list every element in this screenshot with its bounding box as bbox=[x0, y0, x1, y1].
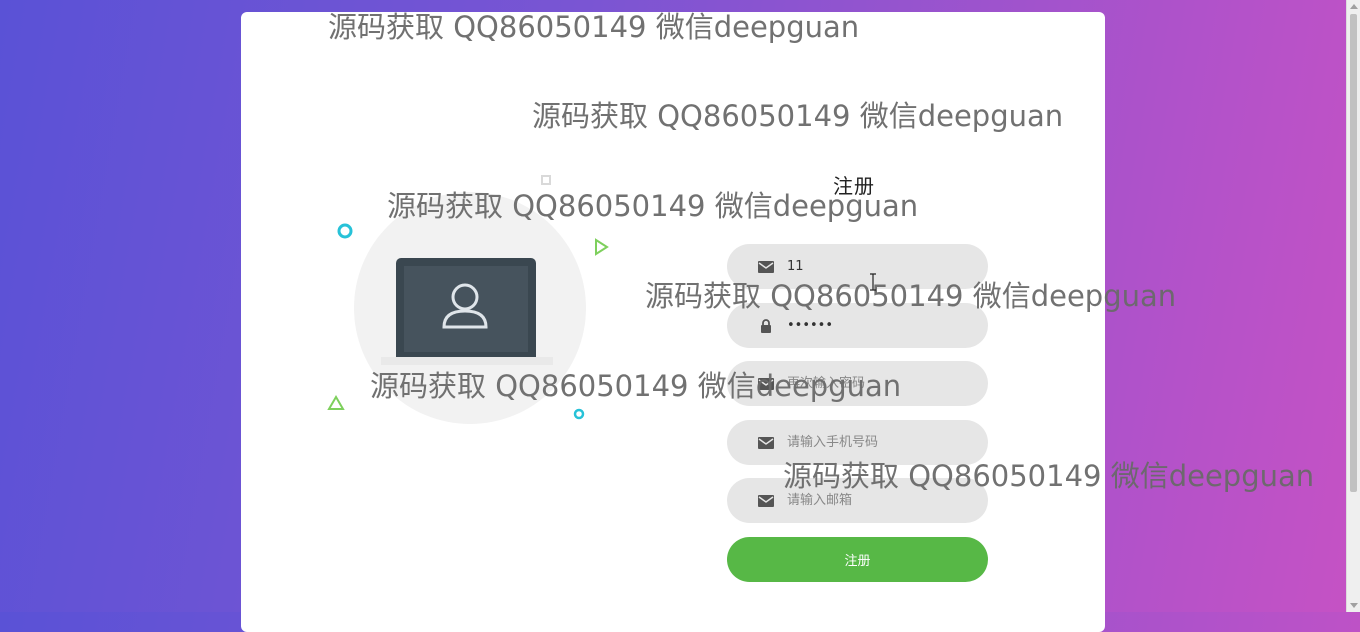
watermark-text: 源码获取 QQ86050149 微信deepguan bbox=[370, 369, 902, 403]
register-button[interactable]: 注册 bbox=[727, 537, 988, 582]
deco-ring-small bbox=[573, 408, 585, 420]
text-cursor-icon bbox=[870, 273, 876, 291]
lock-icon bbox=[761, 319, 771, 333]
envelope-icon bbox=[758, 437, 774, 449]
vertical-scrollbar[interactable] bbox=[1346, 0, 1360, 612]
scroll-up-icon[interactable] bbox=[1350, 4, 1358, 9]
envelope-icon bbox=[758, 495, 774, 507]
watermark-text: 源码获取 QQ86050149 微信deepguan bbox=[783, 459, 1315, 493]
watermark-text: 源码获取 QQ86050149 微信deepguan bbox=[328, 10, 860, 44]
deco-ring-cyan bbox=[337, 223, 353, 239]
watermark-text: 源码获取 QQ86050149 微信deepguan bbox=[387, 189, 919, 223]
scrollbar-thumb[interactable] bbox=[1350, 14, 1357, 492]
deco-triangle bbox=[327, 395, 345, 410]
watermark-text: 源码获取 QQ86050149 微信deepguan bbox=[645, 279, 1177, 313]
watermark-text: 源码获取 QQ86050149 微信deepguan bbox=[532, 99, 1064, 133]
scroll-down-icon[interactable] bbox=[1350, 603, 1358, 608]
deco-play-triangle bbox=[595, 238, 609, 256]
envelope-icon bbox=[758, 261, 774, 273]
